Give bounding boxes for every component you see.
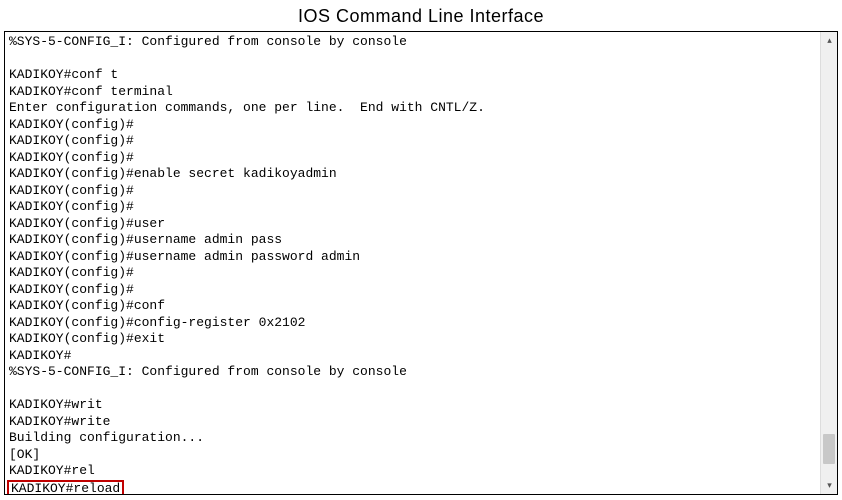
terminal-line: KADIKOY(config)#username admin password … bbox=[9, 249, 833, 266]
window-title: IOS Command Line Interface bbox=[0, 0, 842, 31]
terminal-output[interactable]: %SYS-5-CONFIG_I: Configured from console… bbox=[5, 32, 837, 494]
scrollbar-thumb[interactable] bbox=[823, 434, 835, 464]
terminal-line: Building configuration... bbox=[9, 430, 833, 447]
scrollbar-track[interactable] bbox=[821, 49, 837, 477]
terminal-line: KADIKOY(config)# bbox=[9, 183, 833, 200]
terminal-line: KADIKOY(config)# bbox=[9, 117, 833, 134]
terminal-line bbox=[9, 381, 833, 398]
terminal-line: KADIKOY(config)# bbox=[9, 265, 833, 282]
terminal-line: KADIKOY#rel bbox=[9, 463, 833, 480]
terminal-line: KADIKOY# bbox=[9, 348, 833, 365]
terminal-line: KADIKOY(config)# bbox=[9, 150, 833, 167]
terminal-line: [OK] bbox=[9, 447, 833, 464]
terminal-line: KADIKOY(config)#exit bbox=[9, 331, 833, 348]
chevron-up-icon: ▴ bbox=[827, 35, 832, 46]
highlight-box: KADIKOY#reload bbox=[7, 480, 124, 495]
terminal-line: KADIKOY#conf terminal bbox=[9, 84, 833, 101]
vertical-scrollbar[interactable]: ▴ ▾ bbox=[820, 32, 837, 494]
terminal-line: KADIKOY#write bbox=[9, 414, 833, 431]
terminal-line: KADIKOY(config)#conf bbox=[9, 298, 833, 315]
scroll-up-button[interactable]: ▴ bbox=[821, 32, 838, 49]
terminal-line: KADIKOY#writ bbox=[9, 397, 833, 414]
terminal-frame: %SYS-5-CONFIG_I: Configured from console… bbox=[4, 31, 838, 495]
terminal-line: KADIKOY(config)#user bbox=[9, 216, 833, 233]
terminal-line: %SYS-5-CONFIG_I: Configured from console… bbox=[9, 34, 833, 51]
terminal-line: Enter configuration commands, one per li… bbox=[9, 100, 833, 117]
terminal-line: KADIKOY#conf t bbox=[9, 67, 833, 84]
terminal-line: KADIKOY(config)# bbox=[9, 282, 833, 299]
terminal-line: KADIKOY(config)# bbox=[9, 133, 833, 150]
terminal-line-highlighted: KADIKOY#reload bbox=[9, 480, 833, 495]
terminal-line: KADIKOY(config)#enable secret kadikoyadm… bbox=[9, 166, 833, 183]
scroll-down-button[interactable]: ▾ bbox=[821, 477, 838, 494]
terminal-line: KADIKOY(config)# bbox=[9, 199, 833, 216]
terminal-line: KADIKOY(config)#config-register 0x2102 bbox=[9, 315, 833, 332]
terminal-line bbox=[9, 51, 833, 68]
terminal-line: %SYS-5-CONFIG_I: Configured from console… bbox=[9, 364, 833, 381]
terminal-line: KADIKOY(config)#username admin pass bbox=[9, 232, 833, 249]
chevron-down-icon: ▾ bbox=[827, 480, 832, 491]
